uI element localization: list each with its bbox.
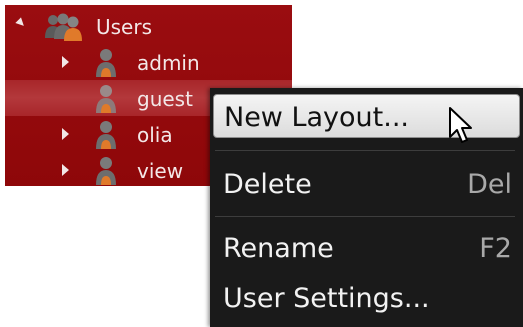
- users-group-icon: [45, 13, 82, 41]
- tree-item-label: olia: [137, 123, 173, 147]
- collapsed-arrow-icon[interactable]: [62, 128, 69, 140]
- context-menu: New Layout... Delete Del Rename F2 User …: [210, 88, 523, 327]
- tree-item-label: Users: [96, 15, 153, 39]
- tree-item-admin[interactable]: admin: [5, 44, 292, 80]
- user-icon: [96, 121, 116, 149]
- menu-item-user-settings[interactable]: User Settings...: [213, 276, 520, 320]
- menu-item-shortcut: F2: [479, 233, 512, 264]
- menu-item-label: New Layout...: [224, 102, 410, 133]
- menu-item-rename[interactable]: Rename F2: [213, 226, 520, 270]
- collapsed-arrow-icon[interactable]: [62, 164, 69, 176]
- expanded-arrow-icon[interactable]: [15, 17, 27, 29]
- collapsed-arrow-icon[interactable]: [62, 56, 69, 68]
- menu-separator: [215, 150, 515, 151]
- mouse-pointer-icon: [449, 107, 472, 143]
- tree-item-label: admin: [137, 51, 200, 75]
- tree-item-label: view: [137, 159, 184, 183]
- menu-separator: [215, 216, 515, 217]
- tree-item-label: guest: [137, 87, 193, 111]
- menu-item-shortcut: Del: [467, 169, 512, 200]
- tree-item-users[interactable]: Users: [5, 8, 292, 44]
- menu-item-label: User Settings...: [223, 283, 430, 314]
- user-icon: [96, 157, 116, 185]
- user-icon: [96, 49, 116, 77]
- user-icon: [96, 85, 116, 113]
- menu-item-label: Delete: [223, 169, 312, 200]
- menu-item-delete[interactable]: Delete Del: [213, 162, 520, 206]
- menu-item-label: Rename: [223, 233, 334, 264]
